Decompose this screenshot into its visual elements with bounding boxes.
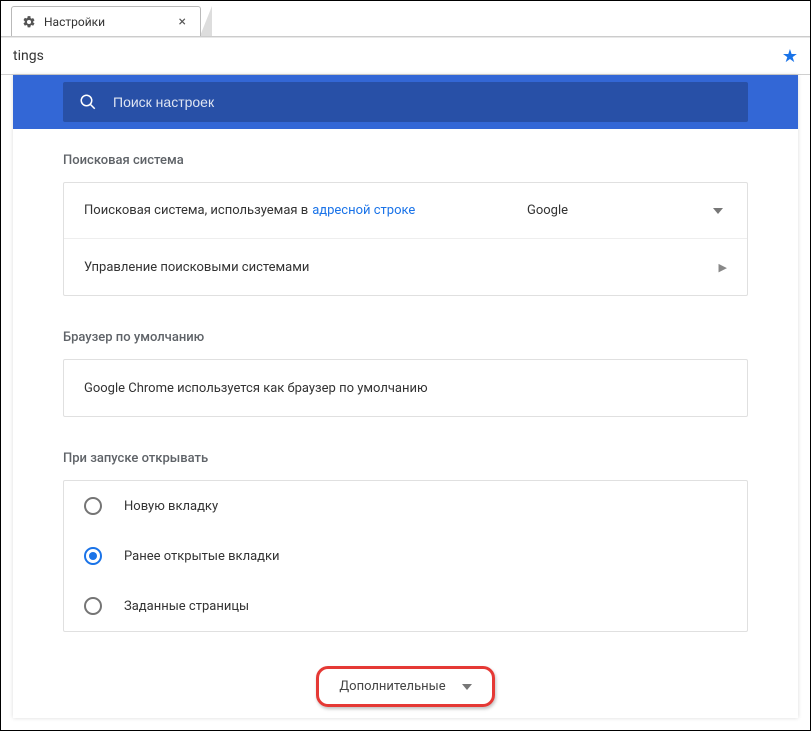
gear-icon xyxy=(22,15,36,29)
radio-icon xyxy=(84,597,102,615)
section-title-default-browser: Браузер по умолчанию xyxy=(63,330,748,345)
advanced-wrap: Дополнительные xyxy=(63,666,748,707)
address-bar[interactable]: tings ★ xyxy=(1,37,810,75)
section-title-search-engine: Поисковая система xyxy=(63,153,748,168)
radio-icon xyxy=(84,497,102,515)
row-default-browser: Google Chrome используется как браузер п… xyxy=(64,360,747,416)
card-on-startup: Новую вкладку Ранее открытые вкладки Зад… xyxy=(63,480,748,632)
search-icon xyxy=(79,93,97,111)
radio-label: Заданные страницы xyxy=(124,599,249,614)
settings-body: Поисковая система Поисковая система, исп… xyxy=(13,129,798,707)
tab-bar: Настройки × xyxy=(1,1,810,37)
tab-settings[interactable]: Настройки × xyxy=(11,6,201,36)
section-title-on-startup: При запуске открывать xyxy=(63,451,748,466)
card-search-engine: Поисковая система, используемая в адресн… xyxy=(63,182,748,296)
card-default-browser: Google Chrome используется как браузер п… xyxy=(63,359,748,417)
chevron-right-icon: ▶ xyxy=(719,261,727,274)
tab-title: Настройки xyxy=(44,15,175,29)
chevron-down-icon xyxy=(713,208,723,214)
row-label: Google Chrome используется как браузер п… xyxy=(84,381,727,396)
tab-tail xyxy=(200,6,212,36)
radio-new-tab[interactable]: Новую вкладку xyxy=(64,481,747,531)
chevron-down-icon xyxy=(462,684,472,690)
link-address-bar[interactable]: адресной строке xyxy=(312,203,415,218)
row-manage-search-engines[interactable]: Управление поисковыми системами ▶ xyxy=(64,239,747,295)
text-prefix: Поисковая система, используемая в xyxy=(84,203,308,218)
radio-specific-pages[interactable]: Заданные страницы xyxy=(64,581,747,631)
radio-icon xyxy=(84,547,102,565)
close-icon[interactable]: × xyxy=(175,14,190,30)
row-label: Управление поисковыми системами xyxy=(84,260,719,275)
advanced-label: Дополнительные xyxy=(339,679,445,694)
row-search-engine-used: Поисковая система, используемая в адресн… xyxy=(64,183,747,239)
row-label: Поисковая система, используемая в адресн… xyxy=(84,203,527,218)
radio-label: Ранее открытые вкладки xyxy=(124,549,280,564)
address-text: tings xyxy=(13,48,782,64)
search-bar xyxy=(13,75,798,129)
radio-previous-tabs[interactable]: Ранее открытые вкладки xyxy=(64,531,747,581)
settings-page: Поисковая система Поисковая система, исп… xyxy=(13,75,798,718)
radio-label: Новую вкладку xyxy=(124,499,218,514)
advanced-button[interactable]: Дополнительные xyxy=(316,666,494,707)
dropdown-selected-value: Google xyxy=(527,203,568,218)
search-box[interactable] xyxy=(63,82,748,122)
star-icon[interactable]: ★ xyxy=(782,46,798,67)
search-engine-dropdown[interactable]: Google xyxy=(527,203,727,218)
search-input[interactable] xyxy=(113,94,732,110)
